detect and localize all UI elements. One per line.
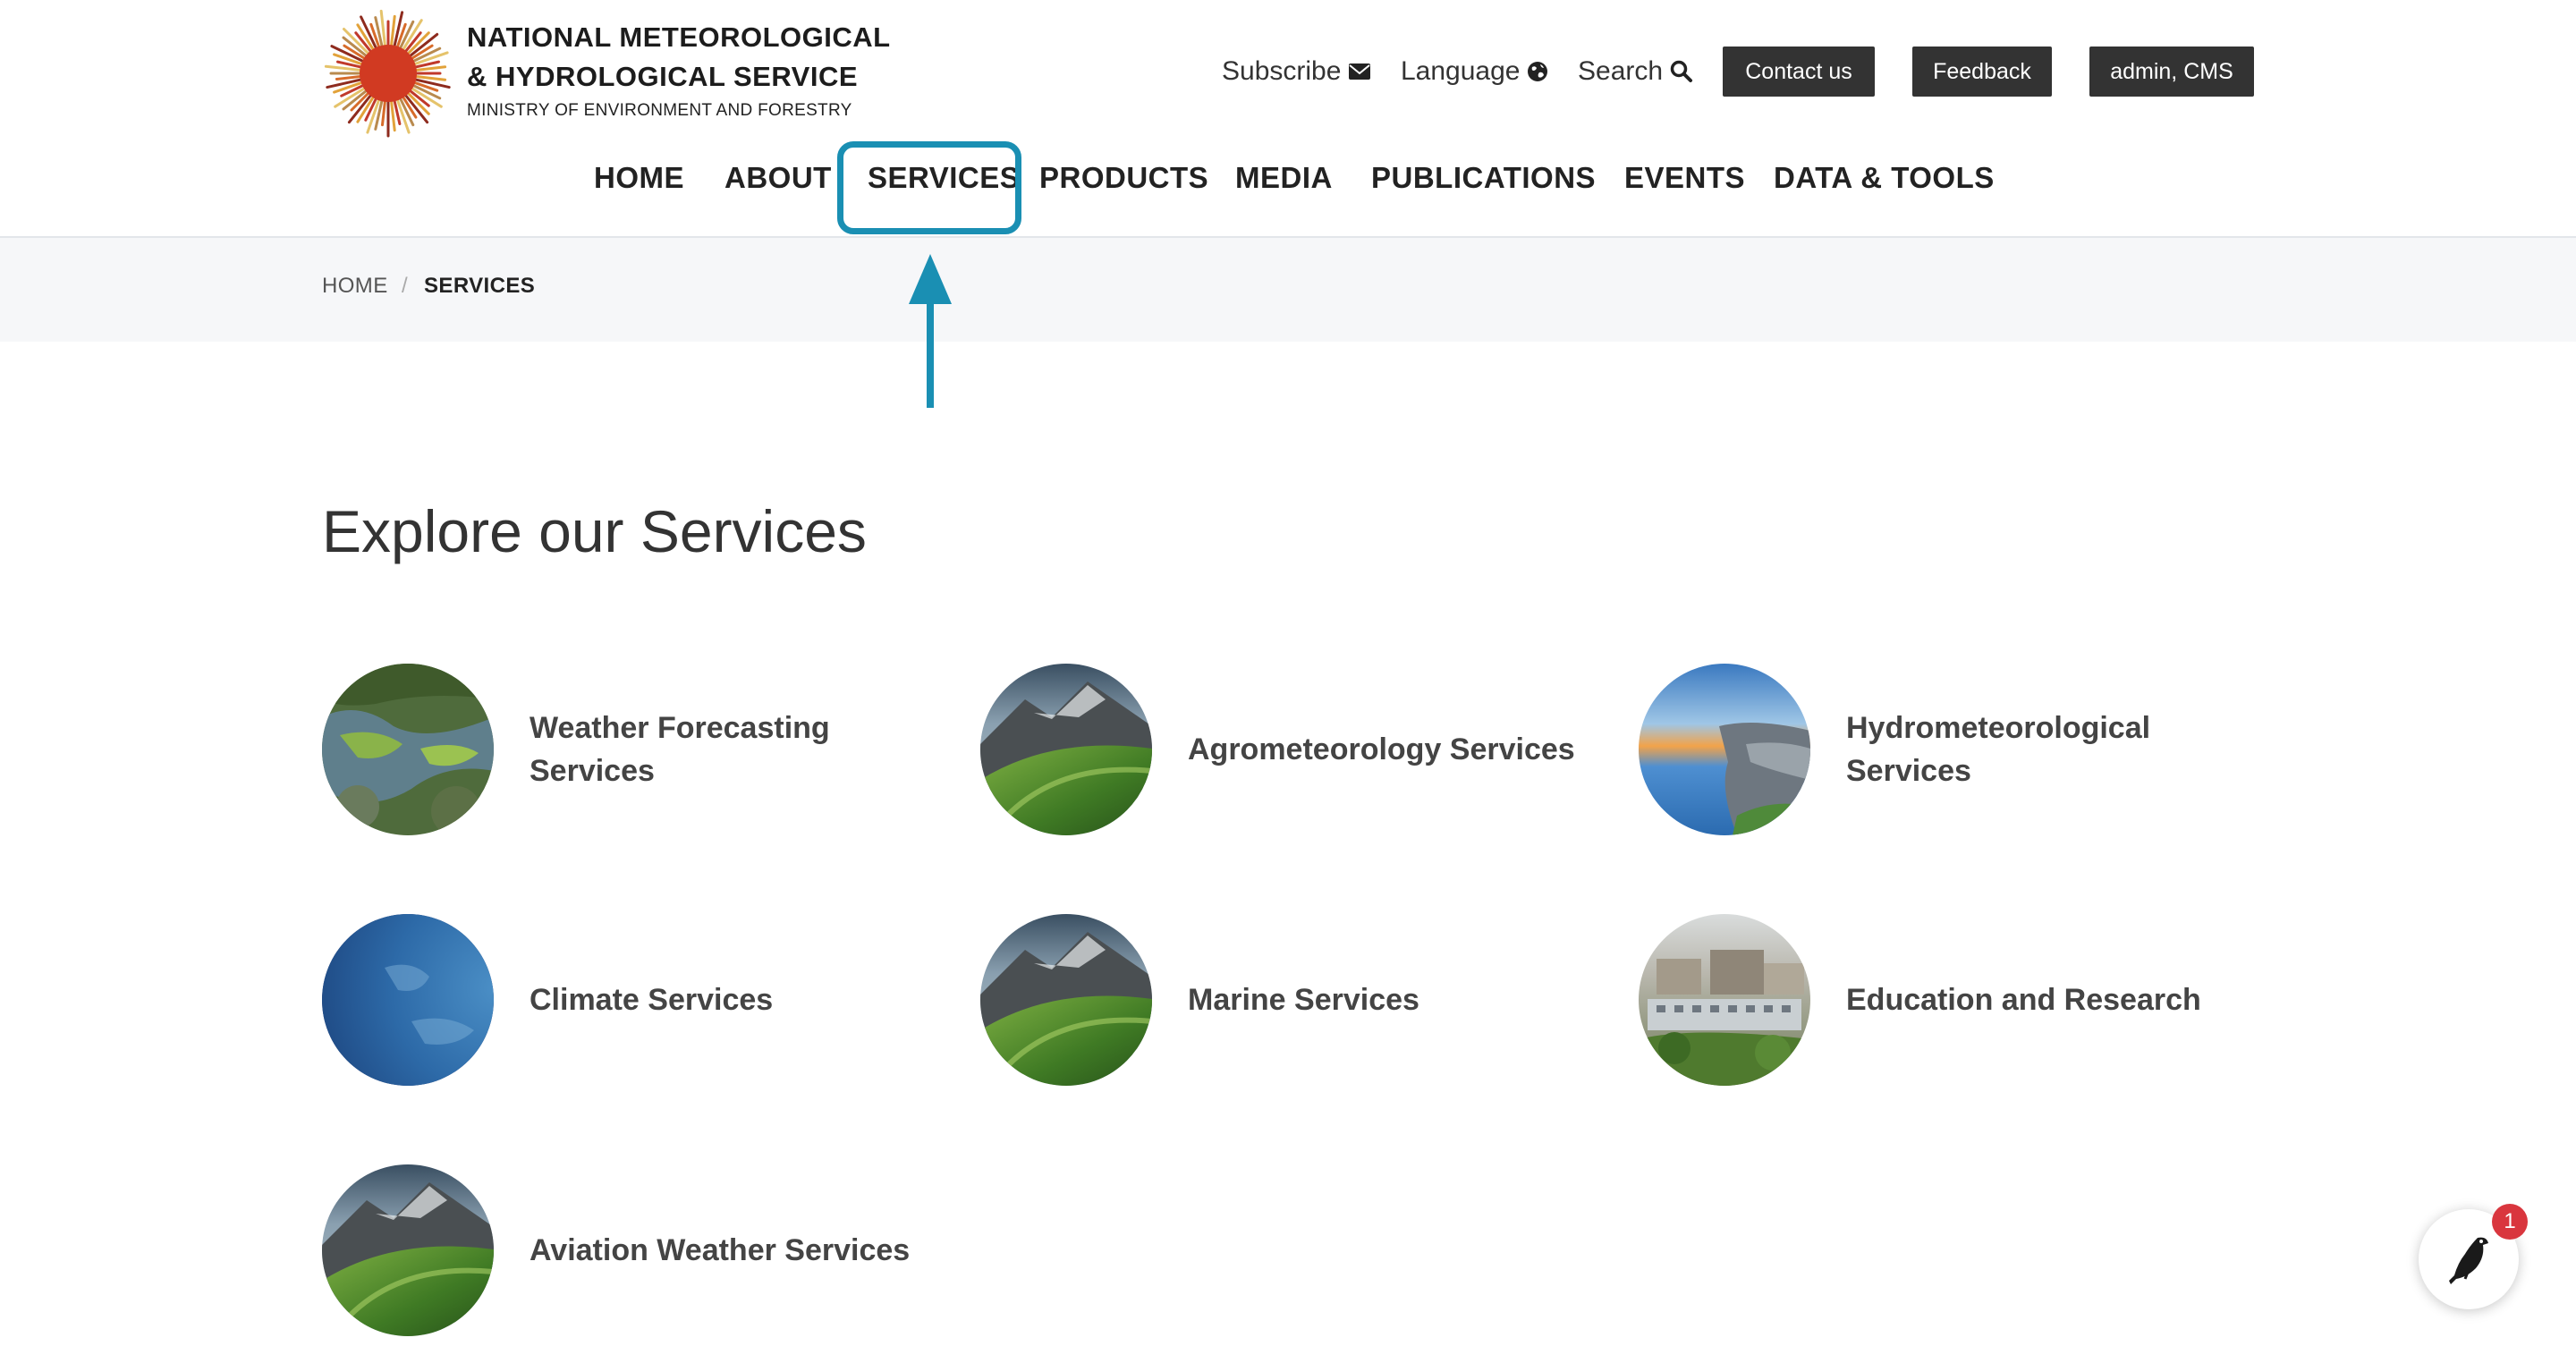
nav-media[interactable]: MEDIA xyxy=(1235,161,1333,195)
arrow-up-icon xyxy=(909,254,952,408)
breadcrumb-current: SERVICES xyxy=(424,274,536,298)
service-image xyxy=(1639,664,1810,835)
nav-products[interactable]: PRODUCTS xyxy=(1039,161,1208,195)
logo-ray xyxy=(335,74,363,80)
nav-events[interactable]: EVENTS xyxy=(1624,161,1745,195)
notification-badge: 1 xyxy=(2492,1204,2528,1240)
service-image xyxy=(322,1164,494,1336)
services-highlight-box xyxy=(837,141,1021,234)
nav-data-tools[interactable]: DATA & TOOLS xyxy=(1774,161,1995,195)
service-label: Hydrometeorological Services xyxy=(1846,711,2151,788)
org-name-line2: & HYDROLOGICAL SERVICE xyxy=(467,61,859,92)
service-image xyxy=(322,664,494,835)
nav-home[interactable]: HOME xyxy=(594,161,684,195)
service-climate[interactable]: Climate Services xyxy=(322,914,773,1086)
service-weather-forecasting[interactable]: Weather Forecasting Services xyxy=(322,664,830,835)
page-title: Explore our Services xyxy=(322,498,867,564)
envelope-icon xyxy=(1349,63,1371,80)
service-image xyxy=(980,914,1152,1086)
service-label: Climate Services xyxy=(530,983,774,1017)
org-name-line1: NATIONAL METEOROLOGICAL xyxy=(467,21,891,53)
breadcrumb-home[interactable]: HOME xyxy=(322,274,388,299)
service-label: Agrometeorology Services xyxy=(1188,732,1575,766)
search-icon xyxy=(1670,60,1693,82)
logo-ray xyxy=(381,98,387,127)
service-hydrometeorological[interactable]: Hydrometeorological Services xyxy=(1639,664,2150,835)
org-name[interactable]: NATIONAL METEOROLOGICAL & HYDROLOGICAL S… xyxy=(467,18,891,97)
org-subtitle: MINISTRY OF ENVIRONMENT AND FORESTRY xyxy=(467,101,852,120)
subscribe-link[interactable]: Subscribe xyxy=(1222,47,1371,97)
search-link[interactable]: Search xyxy=(1578,47,1693,97)
service-label: Education and Research xyxy=(1846,983,2201,1017)
search-label: Search xyxy=(1578,56,1664,86)
admin-account-button[interactable]: admin, CMS xyxy=(2089,47,2254,97)
service-label: Weather Forecasting Services xyxy=(530,711,830,788)
subscribe-label: Subscribe xyxy=(1222,56,1342,86)
service-image xyxy=(1639,914,1810,1086)
globe-icon xyxy=(1528,62,1548,81)
feedback-button[interactable]: Feedback xyxy=(1912,47,2052,97)
service-marine[interactable]: Marine Services xyxy=(980,914,1419,1086)
service-education-research[interactable]: Education and Research xyxy=(1639,914,2201,1086)
service-image xyxy=(322,914,494,1086)
bird-icon xyxy=(2449,1237,2488,1284)
language-label: Language xyxy=(1401,56,1521,86)
language-link[interactable]: Language xyxy=(1401,47,1548,97)
sun-logo-icon xyxy=(324,9,451,138)
service-label: Aviation Weather Services xyxy=(530,1233,911,1267)
service-image xyxy=(980,664,1152,835)
contact-us-button[interactable]: Contact us xyxy=(1723,47,1875,97)
breadcrumb-separator: / xyxy=(402,274,409,298)
service-aviation-weather[interactable]: Aviation Weather Services xyxy=(322,1164,910,1336)
service-agrometeorology[interactable]: Agrometeorology Services xyxy=(980,664,1575,835)
nav-publications[interactable]: PUBLICATIONS xyxy=(1371,161,1596,195)
site-header: NATIONAL METEOROLOGICAL & HYDROLOGICAL S… xyxy=(0,0,2576,238)
nav-about[interactable]: ABOUT xyxy=(724,161,832,195)
service-label: Marine Services xyxy=(1188,983,1419,1017)
